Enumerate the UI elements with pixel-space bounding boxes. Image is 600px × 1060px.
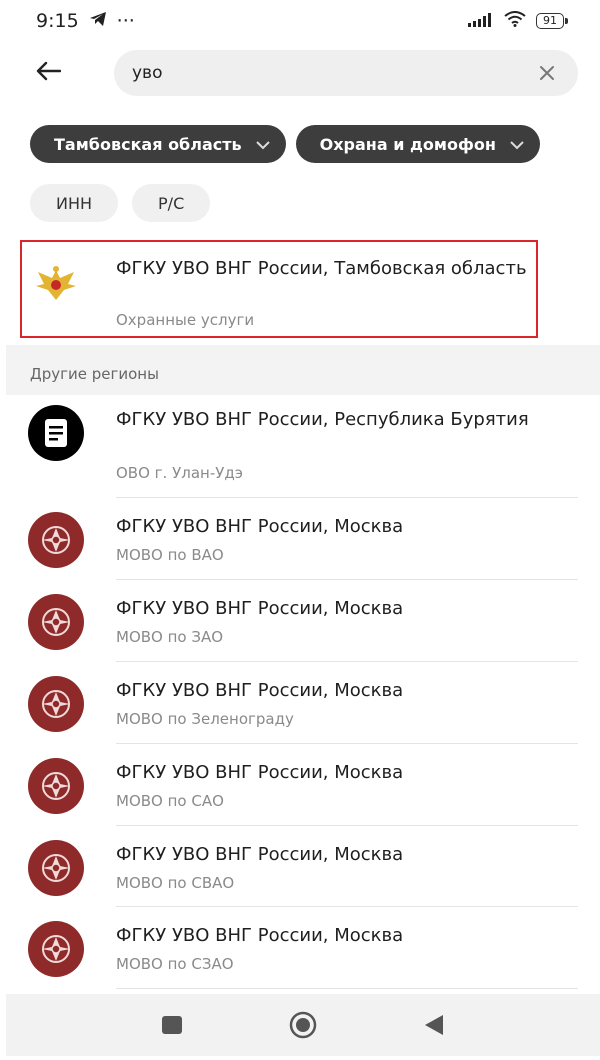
region-filter-label: Тамбовская область	[54, 134, 242, 154]
account-chip[interactable]: Р/С	[132, 184, 211, 222]
square-icon	[161, 1016, 182, 1034]
battery-level: 91	[543, 14, 557, 27]
result-subtitle: ОВО г. Улан-Удэ	[116, 464, 243, 482]
nav-back-button[interactable]	[414, 1005, 454, 1045]
clear-search-button[interactable]	[534, 60, 560, 86]
status-time: 9:15	[36, 10, 79, 32]
search-input[interactable]: уво	[114, 50, 578, 96]
home-circle-icon	[289, 1011, 317, 1039]
inn-chip[interactable]: ИНН	[30, 184, 119, 222]
back-button[interactable]	[30, 58, 66, 88]
result-title: ФГКУ УВО ВНГ России, Москва	[116, 844, 404, 865]
eagle-emblem-icon	[28, 256, 84, 312]
home-button[interactable]	[283, 1005, 323, 1045]
result-title: ФГКУ УВО ВНГ России, Республика Бурятия	[116, 409, 529, 430]
emblem-icon	[28, 594, 84, 650]
signal-icon	[468, 10, 494, 32]
filter-row: Тамбовская область Охрана и домофон	[30, 125, 540, 163]
result-subtitle: МОВО по ВАО	[116, 546, 224, 564]
chip-row: ИНН Р/С	[30, 184, 211, 222]
divider	[116, 825, 578, 826]
result-item[interactable]: ФГКУ УВО ВНГ России, Москва МОВО по СЗАО	[0, 921, 600, 991]
arrow-left-icon	[35, 61, 62, 85]
result-subtitle: МОВО по Зеленограду	[116, 710, 294, 728]
result-item[interactable]: ФГКУ УВО ВНГ России, Москва МОВО по ВАО	[0, 512, 600, 582]
result-title: ФГКУ УВО ВНГ России, Москва	[116, 925, 404, 946]
status-dots: ···	[116, 10, 135, 32]
chevron-down-icon	[510, 135, 524, 154]
system-nav-bar	[6, 994, 600, 1056]
document-icon	[28, 405, 84, 461]
result-item[interactable]: ФГКУ УВО ВНГ России, Москва МОВО по СВАО	[0, 840, 600, 910]
divider	[116, 988, 578, 989]
result-subtitle: МОВО по ЗАО	[116, 628, 224, 646]
result-item[interactable]: ФГКУ УВО ВНГ России, Москва МОВО по Зеле…	[0, 676, 600, 746]
result-title: ФГКУ УВО ВНГ России, Москва	[116, 762, 404, 783]
result-item[interactable]: ФГКУ УВО ВНГ России, Республика Бурятия …	[0, 405, 600, 493]
search-header: уво	[0, 50, 600, 96]
result-title: ФГКУ УВО ВНГ России, Москва	[116, 598, 404, 619]
emblem-icon	[28, 921, 84, 977]
wifi-icon	[504, 10, 526, 32]
telegram-icon	[89, 10, 107, 32]
recents-button[interactable]	[152, 1005, 192, 1045]
section-header: Другие регионы	[6, 345, 600, 395]
emblem-icon	[28, 512, 84, 568]
result-subtitle: МОВО по СВАО	[116, 874, 235, 892]
emblem-icon	[28, 758, 84, 814]
triangle-back-icon	[425, 1015, 444, 1035]
divider	[116, 497, 578, 498]
result-title: ФГКУ УВО ВНГ России, Москва	[116, 680, 404, 701]
category-filter-label: Охрана и домофон	[319, 134, 496, 154]
status-bar: 9:15 ··· 91	[0, 0, 600, 42]
result-item[interactable]: ФГКУ УВО ВНГ России, Москва МОВО по САО	[0, 758, 600, 828]
top-result-title: ФГКУ УВО ВНГ России, Тамбовская область	[116, 258, 527, 279]
battery-icon: 91	[536, 13, 568, 29]
result-title: ФГКУ УВО ВНГ России, Москва	[116, 516, 404, 537]
top-result-subtitle: Охранные услуги	[116, 311, 255, 329]
search-query: уво	[132, 63, 163, 83]
divider	[116, 743, 578, 744]
result-item[interactable]: ФГКУ УВО ВНГ России, Москва МОВО по ЗАО	[0, 594, 600, 664]
divider	[116, 579, 578, 580]
category-filter-dropdown[interactable]: Охрана и домофон	[295, 125, 540, 163]
divider	[116, 661, 578, 662]
close-icon	[540, 66, 554, 80]
divider	[116, 906, 578, 907]
top-result-item[interactable]: ФГКУ УВО ВНГ России, Тамбовская область …	[0, 252, 600, 336]
chevron-down-icon	[255, 135, 270, 154]
result-subtitle: МОВО по СЗАО	[116, 955, 234, 973]
result-subtitle: МОВО по САО	[116, 792, 224, 810]
emblem-icon	[28, 840, 84, 896]
region-filter-dropdown[interactable]: Тамбовская область	[30, 125, 286, 163]
emblem-icon	[28, 676, 84, 732]
